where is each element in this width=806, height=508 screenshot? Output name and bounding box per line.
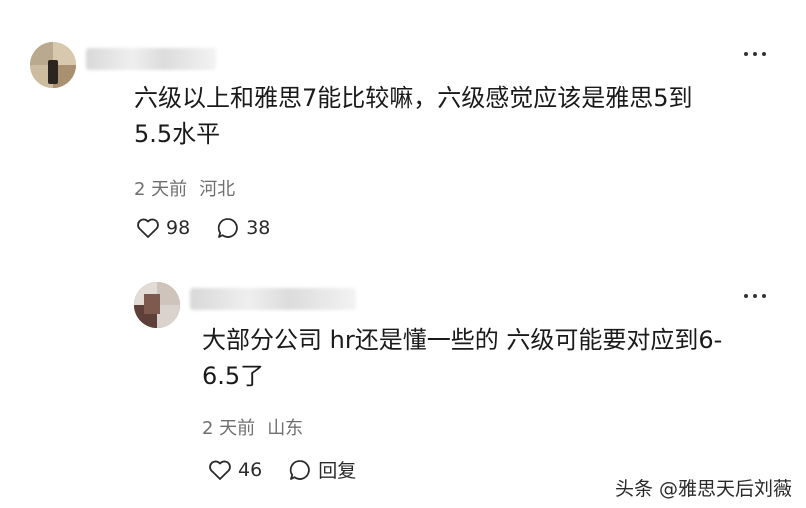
comment-actions: 46 回复 <box>208 456 356 483</box>
comment-text: 大部分公司 hr还是懂一些的 六级可能要对应到6- 6.5了 <box>202 322 722 394</box>
comment-time: 2 天前 <box>134 179 188 200</box>
heart-icon <box>209 460 231 480</box>
username-blurred[interactable] <box>190 288 356 310</box>
comment-text-line: 6.5了 <box>202 362 265 390</box>
comment-location: 山东 <box>267 418 304 439</box>
comment-actions: 98 38 <box>136 216 270 240</box>
comment-location: 河北 <box>199 179 236 200</box>
avatar[interactable] <box>134 282 180 328</box>
comment-bubble-icon <box>289 459 310 480</box>
like-button[interactable]: 98 <box>136 217 190 239</box>
avatar[interactable] <box>30 42 76 88</box>
more-dots-icon[interactable] <box>744 294 766 298</box>
like-count: 46 <box>238 458 263 481</box>
reply-button[interactable]: 回复 <box>288 456 356 483</box>
like-button[interactable]: 46 <box>208 459 262 481</box>
comment-item: 六级以上和雅思7能比较嘛，六级感觉应该是雅思5到 5.5水平 2 天前 河北 98… <box>0 0 806 262</box>
watermark: 头条 @雅思天后刘薇 <box>614 478 792 500</box>
username-blurred[interactable] <box>86 48 216 70</box>
comment-text-line: 六级以上和雅思7能比较嘛，六级感觉应该是雅思5到 <box>134 84 693 112</box>
comment-text-line: 5.5水平 <box>134 120 221 148</box>
comment-bubble-icon <box>217 218 238 238</box>
heart-icon <box>137 218 159 238</box>
comment-time: 2 天前 <box>202 418 256 439</box>
like-count: 98 <box>166 217 191 239</box>
comment-text: 六级以上和雅思7能比较嘛，六级感觉应该是雅思5到 5.5水平 <box>134 80 693 152</box>
more-dots-icon[interactable] <box>744 52 766 56</box>
comment-meta: 2 天前 河北 <box>134 175 235 201</box>
comment-text-line: 大部分公司 hr还是懂一些的 六级可能要对应到6- <box>202 326 723 354</box>
comment-meta: 2 天前 山东 <box>202 414 303 440</box>
reply-button[interactable]: 38 <box>216 216 270 240</box>
reply-label: 回复 <box>318 460 357 482</box>
reply-count: 38 <box>246 217 271 239</box>
